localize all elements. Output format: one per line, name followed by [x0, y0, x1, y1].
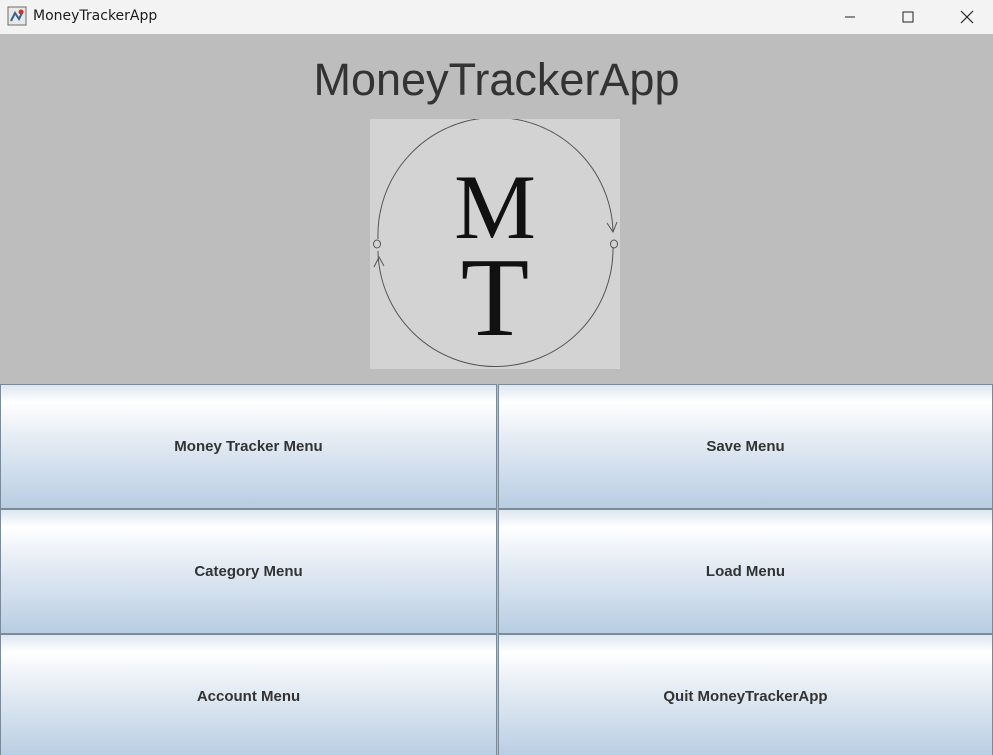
account-menu-button[interactable]: Account Menu — [0, 634, 497, 755]
close-button[interactable] — [944, 0, 990, 34]
minimize-icon — [845, 16, 855, 18]
title-bar: MoneyTrackerApp — [0, 0, 993, 34]
java-app-icon — [7, 6, 27, 26]
save-menu-button[interactable]: Save Menu — [498, 384, 993, 509]
load-menu-button[interactable]: Load Menu — [498, 509, 993, 634]
money-tracker-menu-button[interactable]: Money Tracker Menu — [0, 384, 497, 509]
category-menu-button[interactable]: Category Menu — [0, 509, 497, 634]
menu-grid: Money Tracker Menu Save Menu Category Me… — [0, 384, 993, 755]
logo-letter-t: T — [461, 236, 529, 360]
close-icon — [960, 10, 974, 24]
maximize-icon — [902, 11, 914, 23]
app-heading: MoneyTrackerApp — [313, 54, 680, 105]
window-title: MoneyTrackerApp — [33, 8, 158, 24]
minimize-button[interactable] — [827, 0, 873, 34]
quit-button[interactable]: Quit MoneyTrackerApp — [498, 634, 993, 755]
app-logo: M T — [370, 116, 620, 369]
main-panel: MoneyTrackerApp M T Money Tracker Menu S… — [0, 34, 993, 755]
maximize-button[interactable] — [885, 0, 931, 34]
